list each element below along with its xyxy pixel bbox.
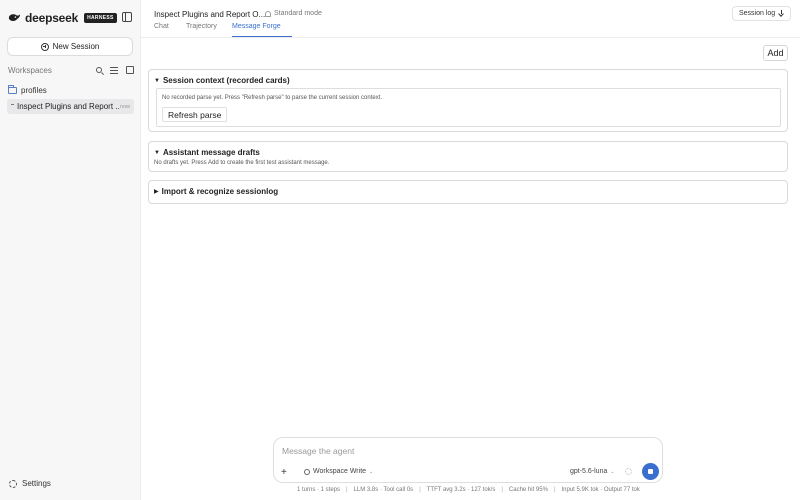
message-input[interactable]: Message the agent xyxy=(282,446,354,456)
drafts-header[interactable]: ▼ Assistant message drafts xyxy=(154,148,260,157)
page-title: Inspect Plugins and Report O... xyxy=(154,10,266,19)
tab-message-forge[interactable]: Message Forge xyxy=(232,23,292,37)
tab-trajectory[interactable]: Trajectory xyxy=(186,23,232,37)
sidebar: deepseek HARNESS New Session Workspaces … xyxy=(0,0,141,500)
new-session-button[interactable]: New Session xyxy=(7,37,133,56)
tab-bar: Chat Trajectory Message Forge xyxy=(154,23,292,37)
new-folder-icon[interactable] xyxy=(126,66,134,74)
divider: | xyxy=(501,487,503,493)
session-item[interactable]: Inspect Plugins and Report ... now xyxy=(7,99,134,114)
status-ttft: TTFT avg 3.2s · 127 tok/s xyxy=(426,487,496,493)
caret-down-icon: ▼ xyxy=(154,149,160,156)
chevron-down-icon: ⌄ xyxy=(610,468,615,475)
brand-name: deepseek xyxy=(25,11,79,25)
session-indicator-icon xyxy=(11,104,14,105)
plus-circle-icon xyxy=(40,42,49,51)
workspace-mode-label: Workspace Write xyxy=(313,468,367,475)
session-context-body: No recorded parse yet. Press "Refresh pa… xyxy=(156,88,781,127)
settings-label: Settings xyxy=(22,479,51,488)
drafts-panel: ▼ Assistant message drafts No drafts yet… xyxy=(148,141,788,172)
whale-logo-icon xyxy=(8,14,21,22)
brand-logo: deepseek HARNESS xyxy=(8,10,117,26)
filter-icon[interactable] xyxy=(110,66,118,74)
new-session-label: New Session xyxy=(52,42,100,51)
status-llm: LLM 3.8s · Tool call 0s xyxy=(353,487,414,493)
workspaces-title: Workspaces xyxy=(8,65,52,75)
caret-down-icon: ▼ xyxy=(154,77,160,84)
header-divider xyxy=(141,37,800,38)
drafts-title: Assistant message drafts xyxy=(162,148,260,157)
composer: Message the agent + Workspace Write ⌄ gp… xyxy=(273,437,663,483)
folder-icon xyxy=(8,84,17,94)
session-context-panel: ▼ Session context (recorded cards) No re… xyxy=(148,69,788,132)
divider: | xyxy=(419,487,421,493)
shield-icon xyxy=(304,468,310,475)
session-log-button[interactable]: Session log xyxy=(732,6,792,21)
divider: | xyxy=(346,487,348,493)
status-cache: Cache hit 95% xyxy=(508,487,548,493)
import-panel: ▶ Import & recognize sessionlog xyxy=(148,180,788,204)
tab-chat[interactable]: Chat xyxy=(154,23,186,37)
add-button[interactable]: Add xyxy=(763,45,788,61)
status-turns: 1 turns · 1 steps xyxy=(297,487,341,493)
settings-button[interactable]: Settings xyxy=(9,479,51,488)
status-bar: 1 turns · 1 steps | LLM 3.8s · Tool call… xyxy=(297,487,640,493)
refresh-parse-button[interactable]: Refresh parse xyxy=(162,107,228,122)
attach-plus-icon[interactable]: + xyxy=(281,468,287,478)
download-icon xyxy=(778,10,784,17)
folder-label: profiles xyxy=(21,85,47,95)
sidebar-toggle-icon[interactable] xyxy=(122,12,132,22)
import-header[interactable]: ▶ Import & recognize sessionlog xyxy=(154,187,278,196)
chevron-down-icon: ⌄ xyxy=(369,468,374,475)
session-log-label: Session log xyxy=(739,10,776,17)
workspaces-header: Workspaces xyxy=(8,64,134,76)
stop-button[interactable] xyxy=(642,463,659,480)
workspace-mode-select[interactable]: Workspace Write ⌄ xyxy=(304,468,373,475)
model-label: gpt-5.6-luna xyxy=(570,468,608,475)
session-context-title: Session context (recorded cards) xyxy=(162,76,290,85)
search-icon[interactable] xyxy=(96,67,102,73)
import-title: Import & recognize sessionlog xyxy=(161,187,279,196)
status-tokens: Input 5.9K tok · Output 77 tok xyxy=(561,487,640,493)
drafts-empty-text: No drafts yet. Press Add to create the f… xyxy=(154,160,330,166)
divider: | xyxy=(553,487,556,493)
mode-label: Standard mode xyxy=(274,10,322,17)
session-context-text: No recorded parse yet. Press "Refresh pa… xyxy=(162,95,383,101)
session-name: Inspect Plugins and Report ... xyxy=(17,102,120,111)
workspace-folder[interactable]: profiles xyxy=(8,84,134,96)
loading-icon xyxy=(625,468,632,475)
gear-icon xyxy=(9,479,17,488)
model-select[interactable]: gpt-5.6-luna ⌄ xyxy=(570,468,615,475)
brand-badge: HARNESS xyxy=(84,13,117,23)
lock-icon xyxy=(265,10,271,17)
session-context-header[interactable]: ▼ Session context (recorded cards) xyxy=(154,76,290,85)
caret-right-icon: ▶ xyxy=(154,189,159,195)
mode-indicator[interactable]: Standard mode xyxy=(265,10,322,17)
stop-icon xyxy=(648,469,653,474)
session-time: now xyxy=(119,103,130,110)
